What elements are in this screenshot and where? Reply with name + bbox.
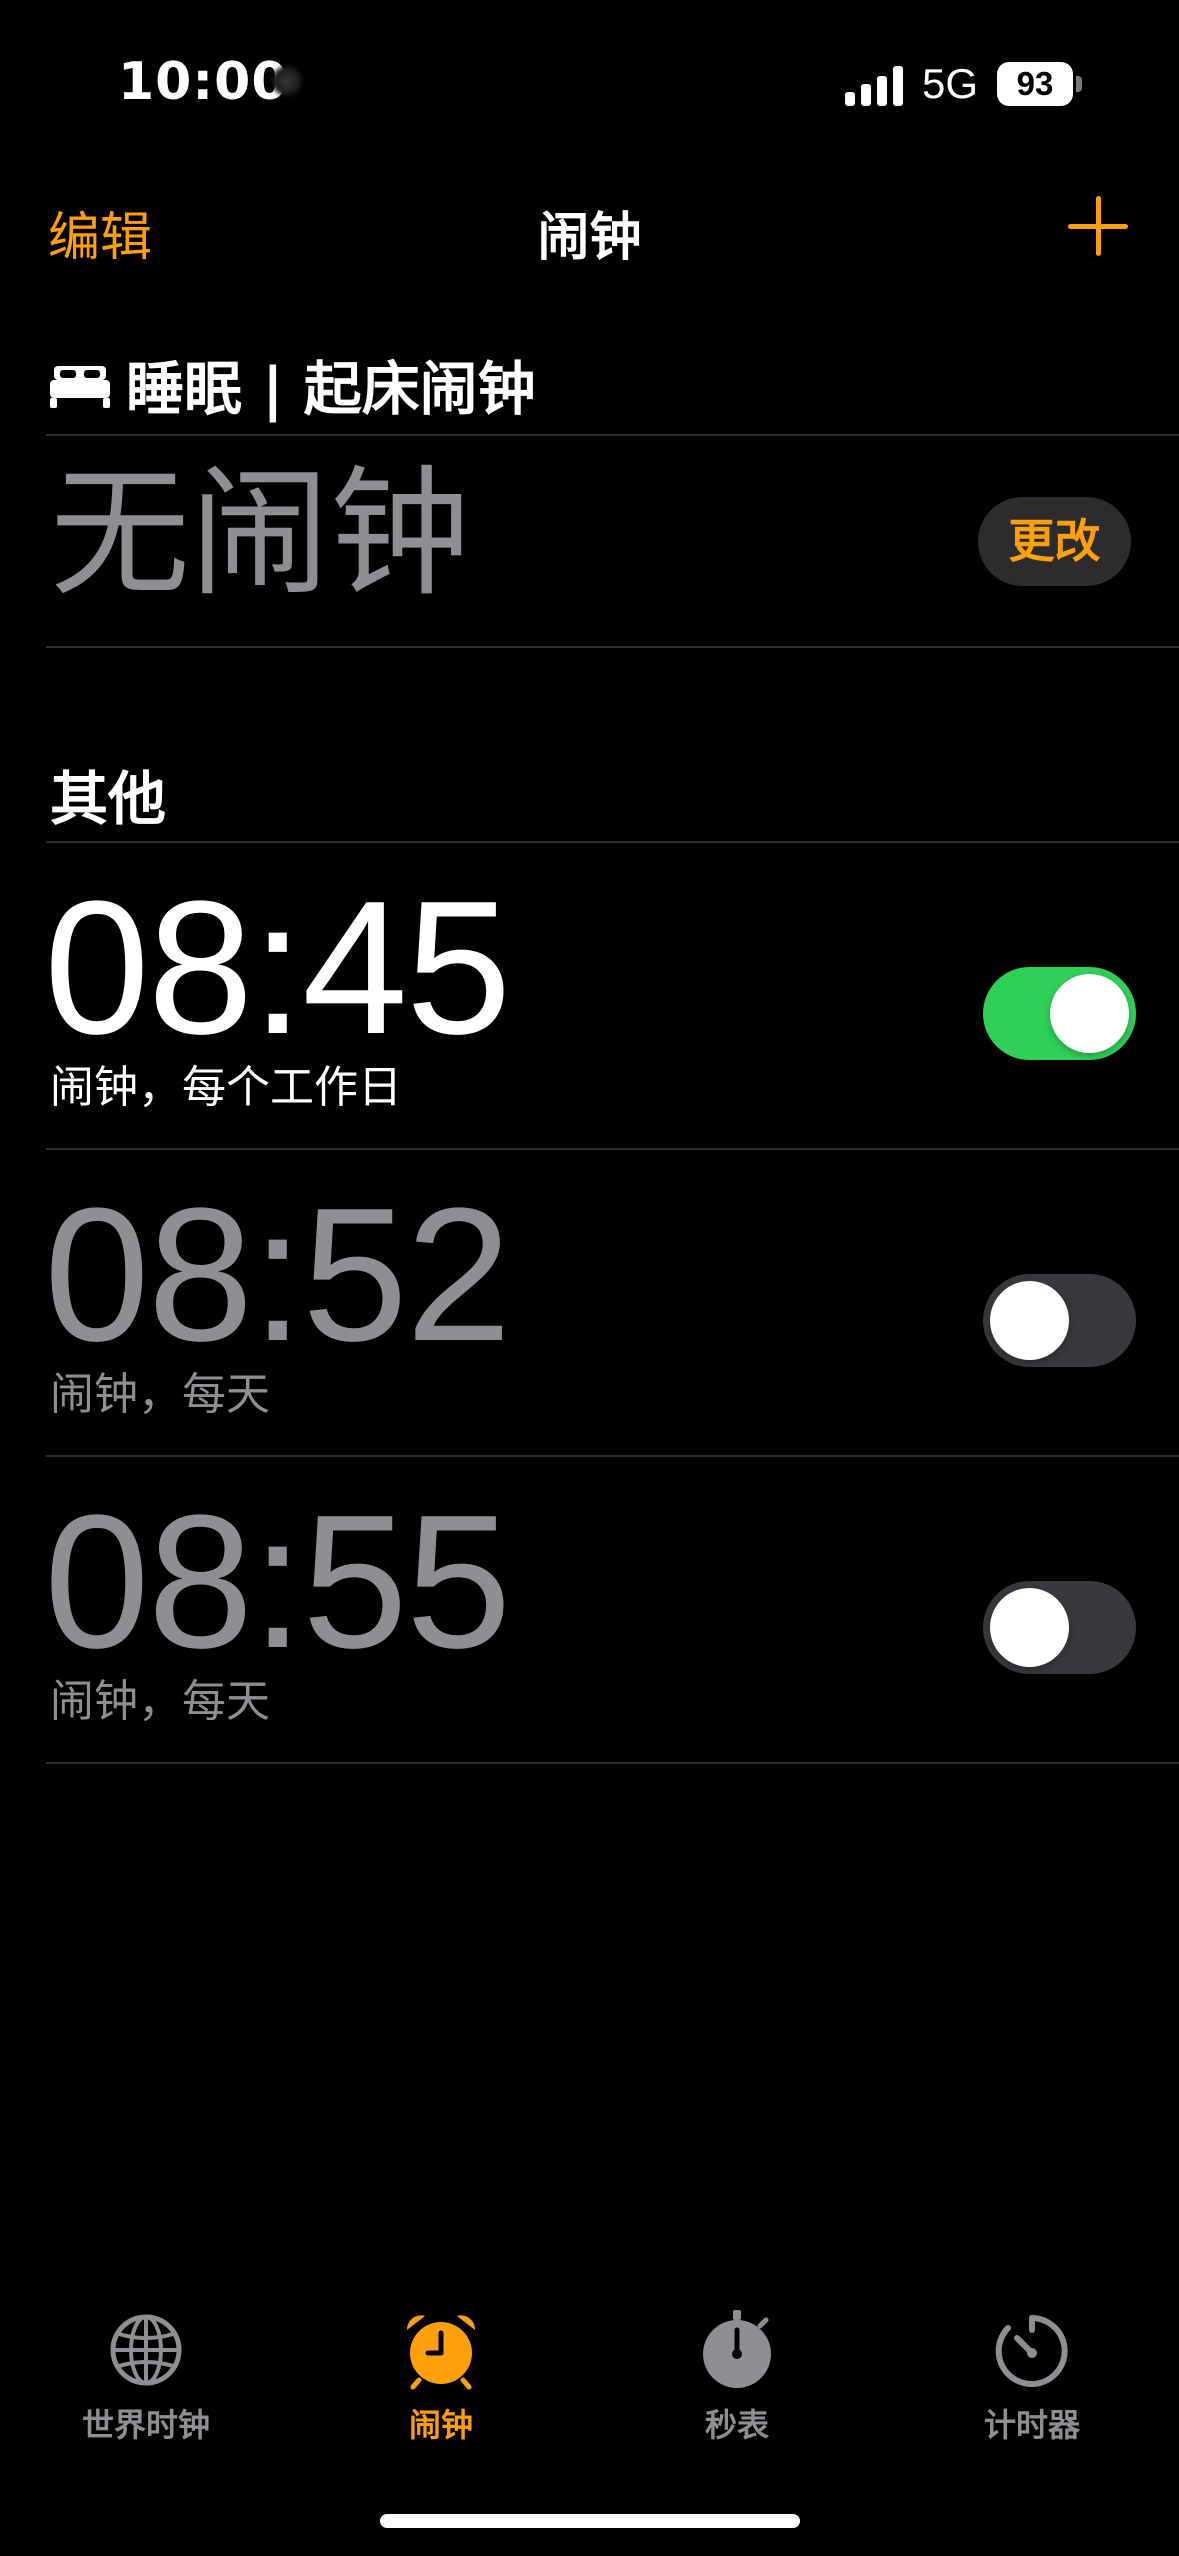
toggle-knob [990,1281,1069,1360]
sleep-section-title: 睡眠 | 起床闹钟 [126,355,536,423]
alarm-time: 08:55 [44,1476,511,1688]
bed-icon [50,366,110,408]
alarm-toggle[interactable] [983,1581,1136,1674]
divider [46,1762,1179,1764]
home-indicator[interactable] [380,2514,800,2528]
cellular-signal-icon [845,66,905,106]
status-bar: 10:00 5G 93 [0,0,1179,170]
alarm-row[interactable]: 08:55 闹钟，每天 [0,1457,1179,1763]
toggle-knob [990,1588,1069,1667]
tab-label: 秒表 [704,2406,769,2444]
no-alarm-text: 无闹钟 [50,453,471,616]
globe-icon [110,2314,182,2386]
alarm-row[interactable]: 08:52 闹钟，每天 [0,1150,1179,1456]
tab-world-clock[interactable]: 世界时钟 [46,2310,246,2446]
battery-level: 93 [1016,65,1054,102]
timer-icon [995,2315,1068,2387]
change-button[interactable]: 更改 [978,497,1131,586]
plus-icon[interactable] [1068,196,1128,256]
tab-label: 计时器 [983,2406,1080,2444]
tab-label: 闹钟 [408,2406,473,2444]
tab-stopwatch[interactable]: 秒表 [637,2310,837,2446]
page-title: 闹钟 [537,208,642,268]
toggle-knob [1050,974,1129,1053]
stopwatch-icon [703,2310,771,2388]
tab-timer[interactable]: 计时器 [932,2310,1132,2446]
alarm-row[interactable]: 08:45 闹钟，每个工作日 [0,843,1179,1149]
divider [46,434,1179,436]
sleep-section-header: 睡眠 | 起床闹钟 [50,342,536,426]
alarm-time: 08:52 [44,1169,511,1381]
alarm-time: 08:45 [44,862,511,1074]
battery-icon: 93 [997,62,1073,106]
tab-alarm[interactable]: 闹钟 [341,2310,541,2446]
status-time: 10:00 [118,52,289,112]
alarm-toggle[interactable] [983,967,1136,1060]
tab-bar: 世界时钟 闹钟 秒表 计时器 [0,2310,1179,2480]
alarm-clock-icon [406,2315,476,2390]
alarm-toggle[interactable] [983,1274,1136,1367]
battery-tip [1076,76,1082,92]
network-type: 5G [922,60,979,107]
tab-label: 世界时钟 [81,2406,210,2444]
alarm-label: 闹钟，每天 [50,1369,270,1420]
other-section-header: 其他 [50,765,167,833]
divider [46,646,1179,648]
location-icon [272,66,302,96]
alarm-label: 闹钟，每个工作日 [50,1062,402,1113]
alarm-label: 闹钟，每天 [50,1676,270,1727]
